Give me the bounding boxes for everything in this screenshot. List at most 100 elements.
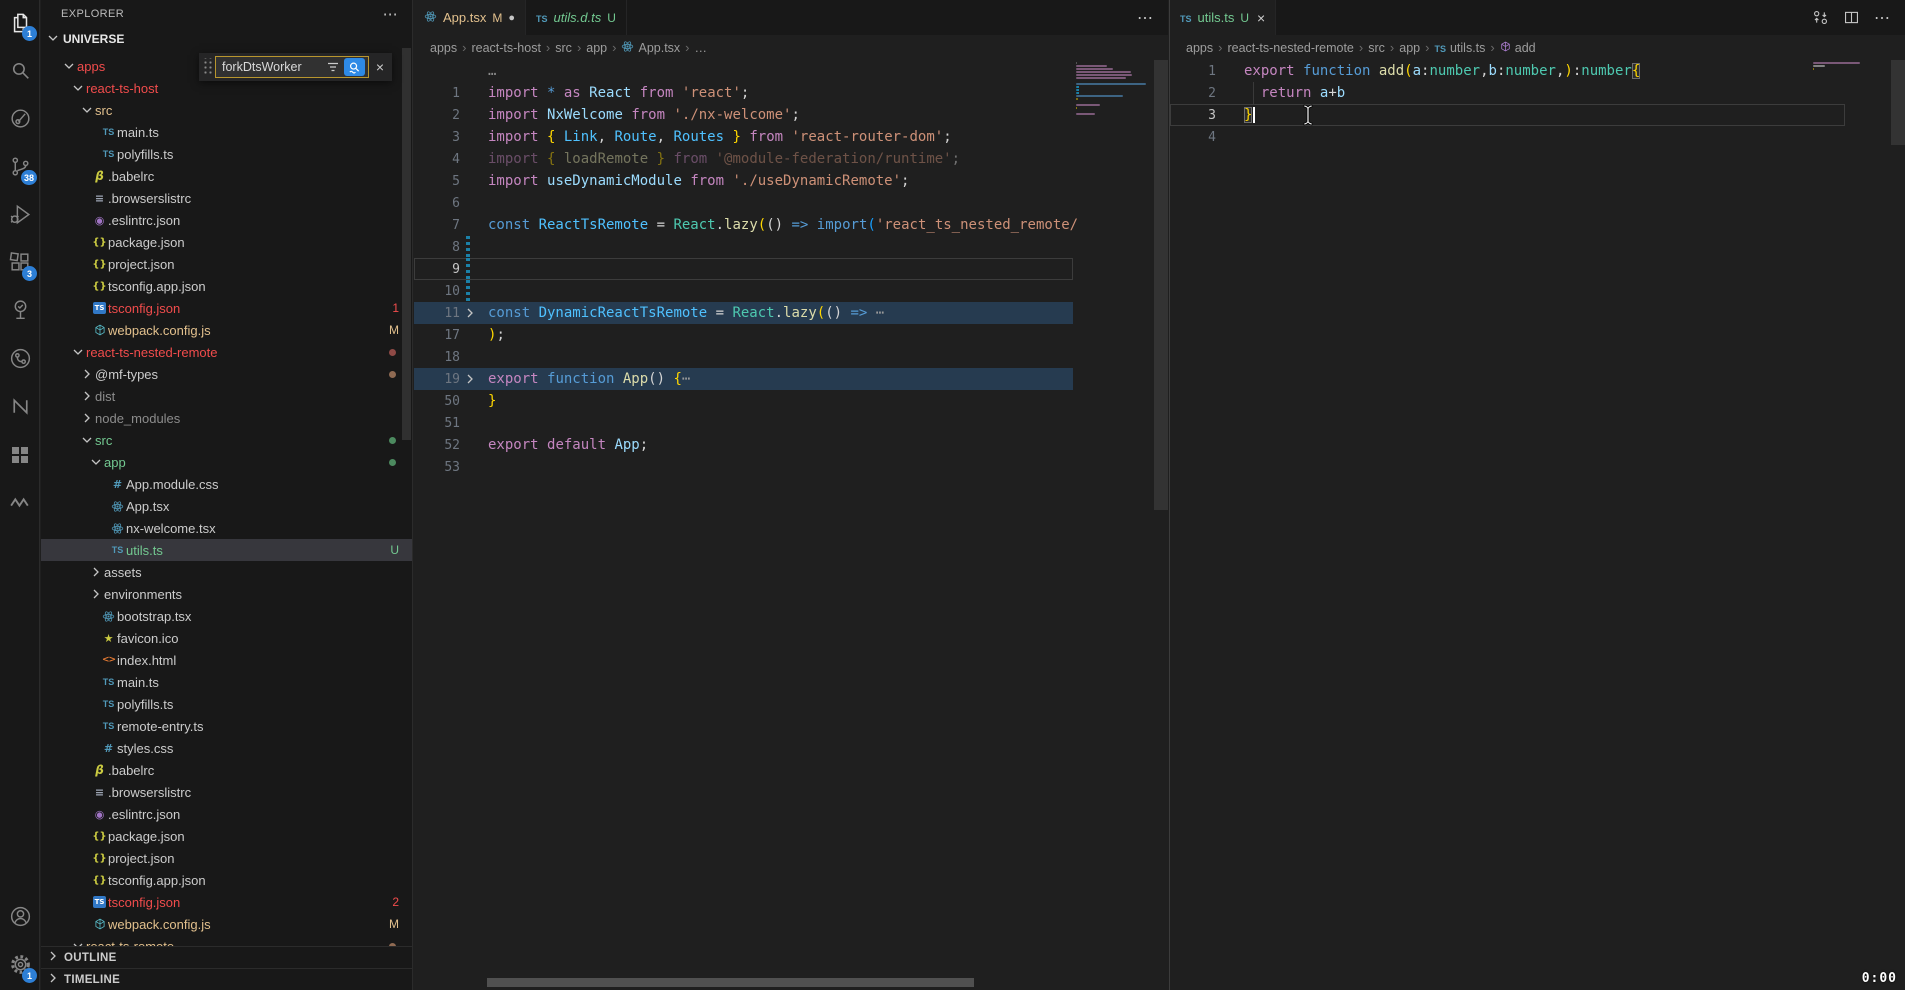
tree-item-main.ts[interactable]: TSmain.ts: [41, 121, 412, 143]
code-line-19[interactable]: 19export function App() {⋯: [414, 368, 1073, 390]
code-line-5[interactable]: 5import useDynamicModule from './useDyna…: [414, 170, 1073, 192]
code-line-6[interactable]: 6: [414, 192, 1073, 214]
code-line-1[interactable]: 1import * as React from 'react';: [414, 82, 1073, 104]
tree-item-project.json[interactable]: {}project.json: [41, 847, 412, 869]
breadcrumb-item[interactable]: …: [695, 41, 708, 55]
code-line-10[interactable]: 10: [414, 280, 1073, 302]
activitybar-source-control[interactable]: 38: [0, 144, 40, 192]
tree-item-bootstrap.tsx[interactable]: bootstrap.tsx: [41, 605, 412, 627]
tab-utils.d.ts[interactable]: TSutils.d.tsU: [526, 0, 627, 35]
close-icon[interactable]: ×: [1257, 10, 1265, 26]
outline-section-header[interactable]: OUTLINE: [41, 946, 412, 968]
tree-item-webpack.config.js[interactable]: webpack.config.jsM: [41, 319, 412, 341]
vertical-scrollbar[interactable]: [1891, 60, 1905, 145]
code-line-18[interactable]: 18: [414, 346, 1073, 368]
activitybar-wave[interactable]: [0, 480, 40, 528]
code-editor-right[interactable]: 1export function add(a:number,b:number,)…: [1170, 60, 1905, 990]
code-line-4[interactable]: 4: [1170, 126, 1845, 148]
breadcrumb-item[interactable]: app: [1399, 41, 1420, 55]
activitybar-panel-grid[interactable]: [0, 432, 40, 480]
tab-App.tsx[interactable]: App.tsxM●: [414, 0, 526, 35]
code-line-52[interactable]: 52export default App;: [414, 434, 1073, 456]
tree-item-package.json[interactable]: {}package.json: [41, 825, 412, 847]
breadcrumb-item[interactable]: app: [586, 41, 607, 55]
tree-item-App.tsx[interactable]: App.tsx: [41, 495, 412, 517]
tree-item-.eslintrc.json[interactable]: ◉.eslintrc.json: [41, 209, 412, 231]
breadcrumb-item[interactable]: src: [555, 41, 572, 55]
more-icon[interactable]: ⋯: [1874, 8, 1891, 28]
split-icon[interactable]: [1843, 9, 1860, 26]
tree-item-favicon.ico[interactable]: ★favicon.ico: [41, 627, 412, 649]
code-line-8[interactable]: 8: [414, 236, 1073, 258]
sidebar-more-icon[interactable]: ⋯: [383, 5, 398, 23]
activitybar-todo-tree[interactable]: [0, 288, 40, 336]
code-line-11[interactable]: 11const DynamicReactTsRemote = React.laz…: [414, 302, 1073, 324]
code-line-4[interactable]: 4import { loadRemote } from '@module-fed…: [414, 148, 1073, 170]
code-line-x[interactable]: …: [414, 60, 1073, 82]
tree-item-src[interactable]: src: [41, 429, 412, 451]
tree-item-polyfills.ts[interactable]: TSpolyfills.ts: [41, 693, 412, 715]
activitybar-tool-circle[interactable]: [0, 96, 40, 144]
code-line-1[interactable]: 1export function add(a:number,b:number,)…: [1170, 60, 1845, 82]
breadcrumb-item[interactable]: App.tsx: [621, 40, 680, 56]
tree-item-node_modules[interactable]: node_modules: [41, 407, 412, 429]
dirty-indicator-icon[interactable]: ●: [508, 12, 515, 24]
filter-icon[interactable]: [324, 61, 342, 73]
tree-item-dist[interactable]: dist: [41, 385, 412, 407]
breadcrumb-item[interactable]: apps: [1186, 41, 1213, 55]
breadcrumb-item[interactable]: apps: [430, 41, 457, 55]
tree-item-src[interactable]: src: [41, 99, 412, 121]
tab-utils.ts[interactable]: TSutils.tsU×: [1170, 0, 1276, 35]
close-icon[interactable]: ×: [371, 59, 389, 75]
code-line-3[interactable]: 3import { Link, Route, Routes } from 're…: [414, 126, 1073, 148]
tree-item-package.json[interactable]: {}package.json: [41, 231, 412, 253]
activitybar-explorer[interactable]: 1: [0, 0, 40, 48]
tree-item-react-ts-remote[interactable]: react-ts-remote: [41, 935, 412, 946]
tree-item-@mf-types[interactable]: @mf-types: [41, 363, 412, 385]
activitybar-search[interactable]: [0, 48, 40, 96]
code-line-9[interactable]: 9: [414, 258, 1073, 280]
tree-item-index.html[interactable]: <>index.html: [41, 649, 412, 671]
tree-item-tsconfig.app.json[interactable]: {}tsconfig.app.json: [41, 869, 412, 891]
tree-item-.browserslistrc[interactable]: ≡.browserslistrc: [41, 781, 412, 803]
tree-item-webpack.config.js[interactable]: webpack.config.jsM: [41, 913, 412, 935]
breadcrumb-item[interactable]: react-ts-nested-remote: [1227, 41, 1353, 55]
activitybar-run-debug[interactable]: [0, 192, 40, 240]
breadcrumb-item[interactable]: src: [1368, 41, 1385, 55]
code-line-51[interactable]: 51: [414, 412, 1073, 434]
tree-item-.browserslistrc[interactable]: ≡.browserslistrc: [41, 187, 412, 209]
activitybar-settings[interactable]: 1: [0, 942, 40, 990]
tree-item-assets[interactable]: assets: [41, 561, 412, 583]
drag-handle-icon[interactable]: [202, 58, 212, 76]
tree-item-environments[interactable]: environments: [41, 583, 412, 605]
find-input[interactable]: forkDtsWorker: [222, 60, 324, 74]
code-line-53[interactable]: 53: [414, 456, 1073, 478]
timeline-section-header[interactable]: TIMELINE: [41, 968, 412, 990]
tree-item-.babelrc[interactable]: β.babelrc: [41, 165, 412, 187]
minimap[interactable]: [1076, 62, 1154, 119]
tree-item-app[interactable]: app: [41, 451, 412, 473]
tree-item-tsconfig.app.json[interactable]: {}tsconfig.app.json: [41, 275, 412, 297]
fold-chevron-icon[interactable]: [460, 305, 480, 321]
code-line-17[interactable]: 17);: [414, 324, 1073, 346]
fuzzy-match-toggle[interactable]: [344, 58, 365, 76]
tree-item-react-ts-nested-remote[interactable]: react-ts-nested-remote: [41, 341, 412, 363]
breadcrumb-item[interactable]: react-ts-host: [471, 41, 540, 55]
breadcrumb-item[interactable]: TSutils.ts: [1434, 41, 1485, 55]
activitybar-git-graph[interactable]: [0, 336, 40, 384]
activitybar-accounts[interactable]: [0, 894, 40, 942]
tree-item-polyfills.ts[interactable]: TSpolyfills.ts: [41, 143, 412, 165]
code-line-50[interactable]: 50}: [414, 390, 1073, 412]
more-icon[interactable]: ⋯: [1137, 8, 1154, 28]
tree-item-main.ts[interactable]: TSmain.ts: [41, 671, 412, 693]
vertical-scrollbar[interactable]: [1154, 60, 1168, 510]
fold-chevron-icon[interactable]: [460, 371, 480, 387]
code-line-7[interactable]: 7const ReactTsRemote = React.lazy(() => …: [414, 214, 1073, 236]
tree-item-.babelrc[interactable]: β.babelrc: [41, 759, 412, 781]
breadcrumb-item[interactable]: add: [1500, 41, 1536, 55]
tree-item-App.module.css[interactable]: #App.module.css: [41, 473, 412, 495]
code-line-2[interactable]: 2 return a+b: [1170, 82, 1845, 104]
tree-item-remote-entry.ts[interactable]: TSremote-entry.ts: [41, 715, 412, 737]
tree-item-.eslintrc.json[interactable]: ◉.eslintrc.json: [41, 803, 412, 825]
workspace-section-header[interactable]: UNIVERSE: [41, 28, 412, 50]
